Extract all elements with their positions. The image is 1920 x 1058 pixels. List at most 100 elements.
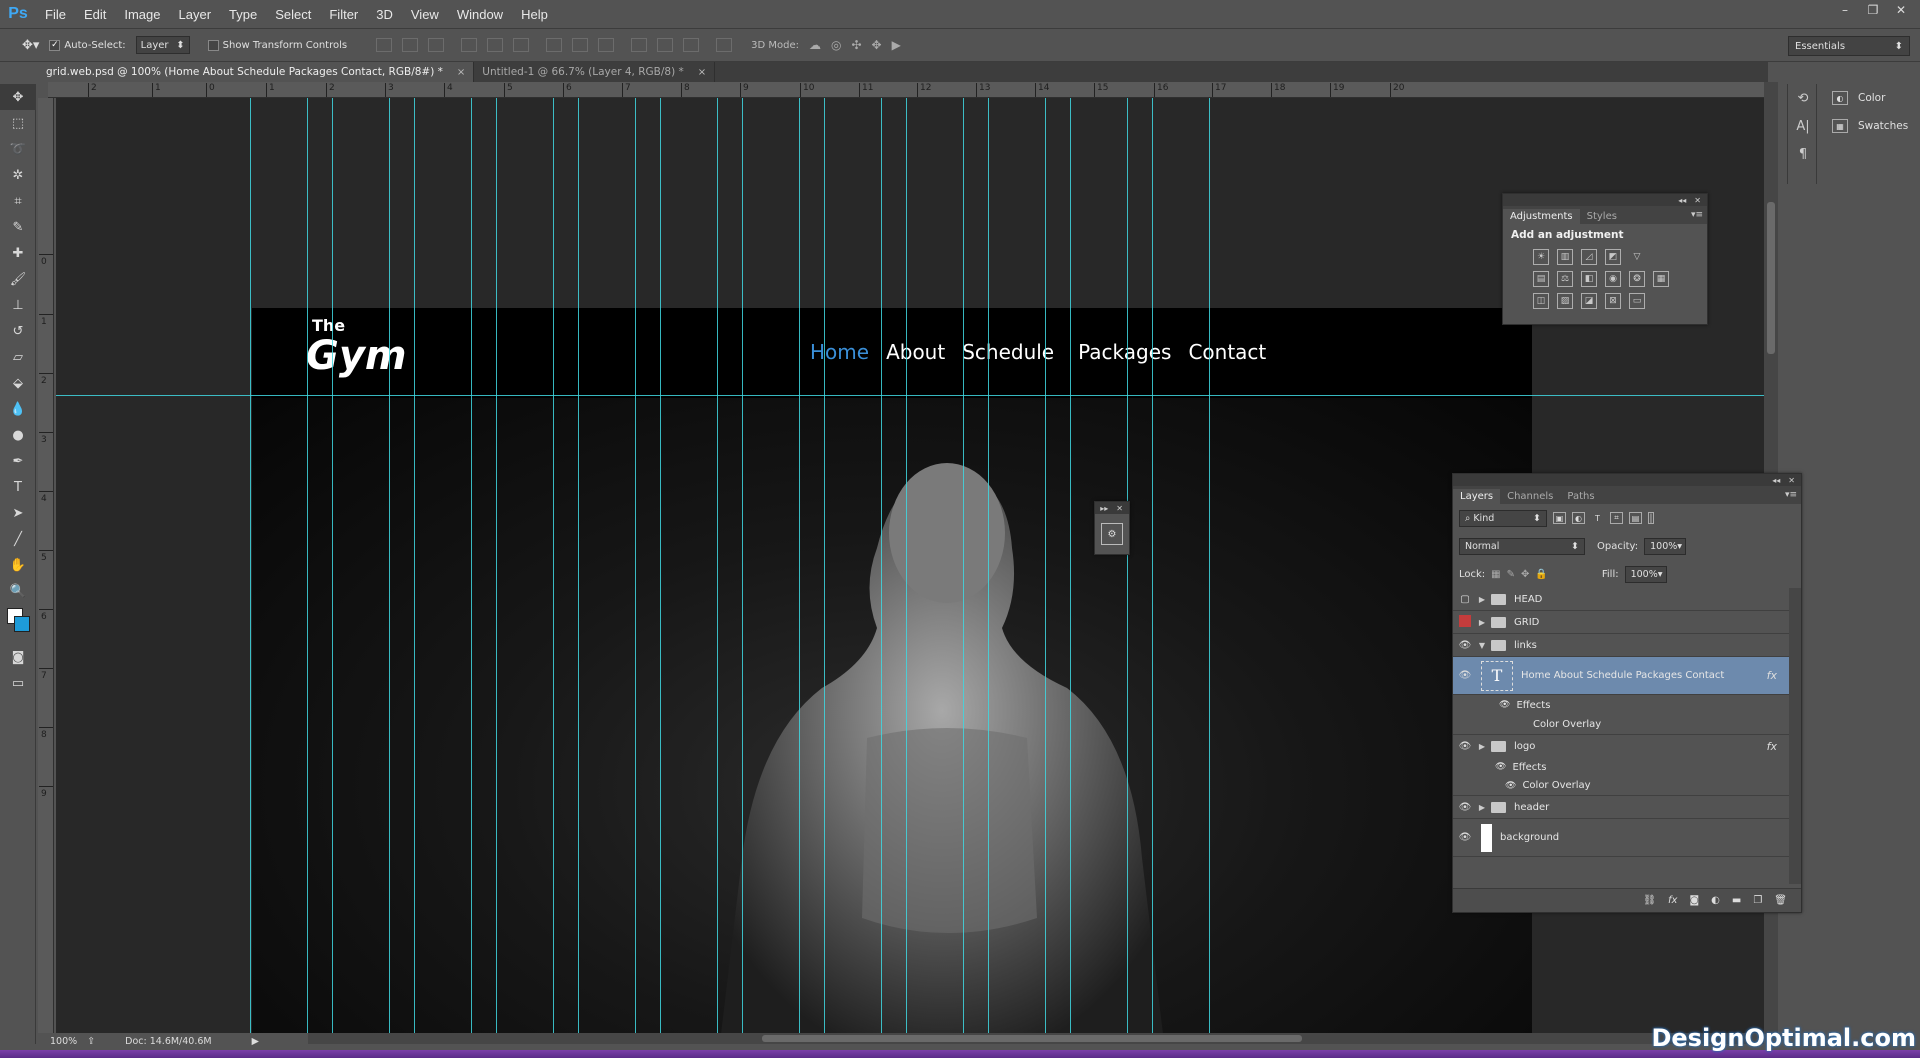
threshold-icon[interactable]: ◪ [1581,293,1597,309]
history-brush-tool-icon[interactable]: ↺ [0,318,36,344]
exposure-icon[interactable]: ◩ [1605,249,1621,265]
fx-icon[interactable]: fx [1668,895,1677,906]
menu-edit[interactable]: Edit [75,7,115,22]
lock-transparent-icon[interactable]: ▦ [1491,569,1500,580]
eye-icon[interactable]: 👁 [1499,700,1510,710]
vertical-guide[interactable] [553,98,554,1033]
close-icon[interactable]: ✕ [1694,196,1701,205]
layer-row[interactable]: 👁 ▼ links [1453,634,1789,657]
chevron-down-icon[interactable]: ▾ [1677,541,1682,552]
color-panel-button[interactable]: ◐ Color [1822,84,1920,112]
marquee-tool-icon[interactable]: ⬚ [0,110,36,136]
distribute-left-icon[interactable] [631,38,648,52]
vertical-guide[interactable] [1209,98,1210,1033]
eye-icon[interactable]: 👁 [1453,802,1477,813]
collapse-icon[interactable]: ◂◂ [1772,476,1780,485]
tab-grid-web[interactable]: grid.web.psd @ 100% (Home About Schedule… [38,62,475,82]
vertical-guide[interactable] [824,98,825,1033]
vertical-guide[interactable] [250,98,251,1033]
effect-row[interactable]: 👁 Color Overlay [1453,776,1789,796]
panel-menu-icon[interactable]: ▾≡ [1691,210,1703,220]
gradient-map-icon[interactable]: ▭ [1629,293,1645,309]
black-white-icon[interactable]: ◧ [1581,271,1597,287]
vertical-guide[interactable] [717,98,718,1033]
new-group-icon[interactable]: ▬ [1732,895,1741,906]
effects-row[interactable]: 👁 Effects [1453,758,1789,776]
menu-image[interactable]: Image [115,7,169,22]
scroll-thumb[interactable] [762,1035,1302,1042]
screen-mode-icon[interactable]: ▭ [0,670,36,696]
paint-bucket-tool-icon[interactable]: ⬙ [0,370,36,396]
move-tool-icon[interactable]: ✥▾ [22,38,39,53]
menu-window[interactable]: Window [448,7,512,22]
clone-stamp-tool-icon[interactable]: ⊥ [0,292,36,318]
eraser-tool-icon[interactable]: ▱ [0,344,36,370]
distribute-middle-icon[interactable] [572,38,589,52]
scale-3d-icon[interactable]: ▶ [892,38,911,52]
hand-tool-icon[interactable]: ✋ [0,552,36,578]
menu-view[interactable]: View [402,7,448,22]
vertical-guide[interactable] [578,98,579,1033]
tab-untitled-1[interactable]: Untitled-1 @ 66.7% (Layer 4, RGB/8) * × [474,62,716,82]
auto-select-checkbox[interactable]: ✓ Auto-Select: [49,39,126,51]
menu-type[interactable]: Type [220,7,266,22]
tab-adjustments[interactable]: Adjustments [1503,209,1580,224]
type-tool-icon[interactable]: T [0,474,36,500]
eye-icon[interactable]: 👁 [1495,762,1506,772]
auto-select-dropdown[interactable]: Layer ⬍ [135,36,190,54]
tab-channels[interactable]: Channels [1500,489,1560,504]
eye-icon[interactable]: 👁 [1453,741,1477,752]
horizontal-guide[interactable] [56,395,1764,396]
crop-tool-icon[interactable]: ⌗ [0,188,36,214]
photo-filter-icon[interactable]: ◉ [1605,271,1621,287]
vertical-guide[interactable] [1127,98,1128,1033]
paragraph-icon[interactable]: ¶ [1788,140,1818,168]
color-balance-icon[interactable]: ⚖ [1557,271,1573,287]
invert-icon[interactable]: ◫ [1533,293,1549,309]
show-transform-checkbox[interactable]: Show Transform Controls [207,39,347,51]
posterize-icon[interactable]: ▨ [1557,293,1573,309]
collapse-arrow-icon[interactable]: ▼ [1477,641,1487,650]
play-icon[interactable]: ▶ [252,1036,259,1047]
vertical-guide[interactable] [906,98,907,1033]
blend-mode-dropdown[interactable]: Normal ⬍ [1459,537,1585,555]
distribute-center-icon[interactable] [657,38,674,52]
vertical-guide[interactable] [471,98,472,1033]
tab-paths[interactable]: Paths [1560,489,1601,504]
eye-icon[interactable]: 👁 [1453,832,1477,843]
hue-saturation-icon[interactable]: ▤ [1533,271,1549,287]
close-icon[interactable]: ✕ [1788,476,1795,485]
vertical-guide[interactable] [799,98,800,1033]
eye-icon[interactable]: 👁 [1453,670,1477,681]
visibility-off-icon[interactable] [1453,614,1477,630]
vertical-guide[interactable] [742,98,743,1033]
brightness-icon[interactable]: ☀ [1533,249,1549,265]
panel-titlebar[interactable]: ▸▸ ✕ [1095,502,1129,514]
roll-3d-icon[interactable]: ◎ [831,38,851,52]
align-top-icon[interactable] [376,38,393,52]
vertical-guide[interactable] [635,98,636,1033]
vertical-guide[interactable] [1152,98,1153,1033]
vertical-guide[interactable] [660,98,661,1033]
expand-arrow-icon[interactable]: ▶ [1477,618,1487,627]
curves-icon[interactable]: ◿ [1581,249,1597,265]
align-middle-icon[interactable] [402,38,419,52]
close-icon[interactable]: ✕ [1116,504,1123,513]
quick-mask-icon[interactable]: ◙ [0,644,36,670]
share-icon[interactable]: ⇪ [87,1036,95,1047]
menu-filter[interactable]: Filter [320,7,367,22]
vibrance-icon[interactable]: ▽ [1629,249,1645,265]
healing-brush-tool-icon[interactable]: ✚ [0,240,36,266]
selective-color-icon[interactable]: ⊠ [1605,293,1621,309]
channel-mixer-icon[interactable]: ❂ [1629,271,1645,287]
scroll-thumb[interactable] [1767,202,1775,354]
expand-arrow-icon[interactable]: ▶ [1477,595,1487,604]
zoom-tool-icon[interactable]: 🔍 [0,578,36,604]
layer-row[interactable]: 👁 ▶ logo fx [1453,735,1789,758]
move-tool-icon[interactable]: ✥ [0,84,36,110]
vertical-guide[interactable] [389,98,390,1033]
character-icon[interactable]: A| [1788,112,1818,140]
fx-icon[interactable]: fx [1767,669,1777,682]
filter-kind-dropdown[interactable]: ⌕ Kind ⬍ [1459,509,1547,527]
rotate-3d-icon[interactable]: ☁ [809,38,831,52]
